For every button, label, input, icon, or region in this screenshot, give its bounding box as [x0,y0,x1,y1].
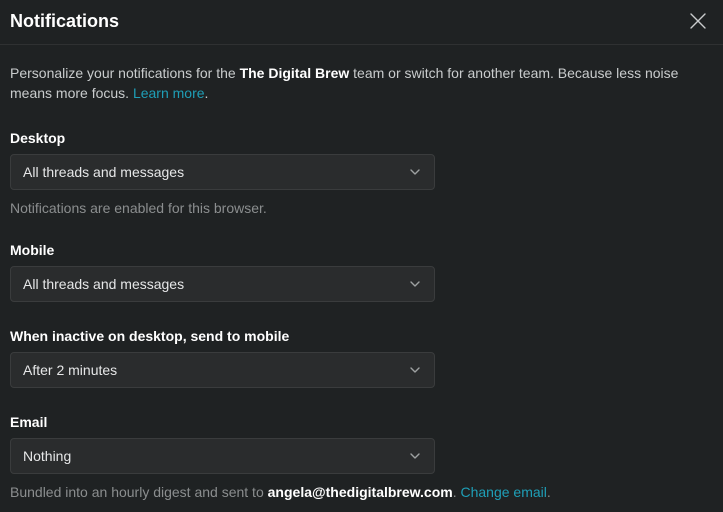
chevron-down-icon [408,449,422,463]
email-helper: Bundled into an hourly digest and sent t… [10,484,713,500]
learn-more-link[interactable]: Learn more [133,85,205,101]
modal-content: Personalize your notifications for the T… [0,45,723,512]
change-email-link[interactable]: Change email [460,484,546,500]
inactive-label: When inactive on desktop, send to mobile [10,328,713,344]
mobile-label: Mobile [10,242,713,258]
desktop-select[interactable]: All threads and messages [10,154,435,190]
desktop-helper: Notifications are enabled for this brows… [10,200,713,216]
helper-email-address: angela@thedigitalbrew.com [268,484,453,500]
email-label: Email [10,414,713,430]
close-icon [689,12,707,30]
chevron-down-icon [408,277,422,291]
email-section: Email Nothing Bundled into an hourly dig… [10,414,713,500]
inactive-select-value: After 2 minutes [23,362,117,378]
intro-text: Personalize your notifications for the T… [10,63,713,104]
desktop-select-value: All threads and messages [23,164,184,180]
email-select-value: Nothing [23,448,71,464]
team-name: The Digital Brew [240,65,350,81]
inactive-section: When inactive on desktop, send to mobile… [10,328,713,388]
modal-header: Notifications [0,0,723,45]
close-button[interactable] [687,10,709,32]
chevron-down-icon [408,363,422,377]
mobile-section: Mobile All threads and messages [10,242,713,302]
mobile-select-value: All threads and messages [23,276,184,292]
modal-title: Notifications [10,11,119,32]
mobile-select[interactable]: All threads and messages [10,266,435,302]
email-select[interactable]: Nothing [10,438,435,474]
chevron-down-icon [408,165,422,179]
inactive-select[interactable]: After 2 minutes [10,352,435,388]
desktop-section: Desktop All threads and messages Notific… [10,130,713,216]
desktop-label: Desktop [10,130,713,146]
